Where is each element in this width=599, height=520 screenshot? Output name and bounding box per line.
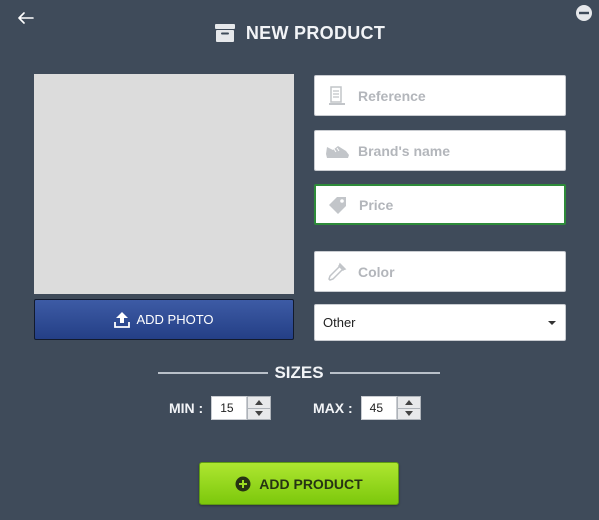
plus-circle-icon: [235, 476, 251, 491]
min-decrement-button[interactable]: [248, 409, 270, 420]
add-photo-button[interactable]: ADD PHOTO: [34, 299, 294, 340]
add-product-label: ADD PRODUCT: [259, 475, 363, 492]
sizes-divider-right: [329, 372, 440, 374]
sizes-label: SIZES: [274, 363, 324, 382]
max-size-stepper: [396, 396, 421, 420]
archive-box-icon: [214, 24, 235, 42]
chevron-down-icon: [548, 320, 556, 325]
price-field[interactable]: Price: [314, 184, 566, 225]
color-placeholder: Color: [358, 263, 395, 280]
max-size-group: MAX : 45: [313, 395, 421, 421]
triangle-down-icon: [255, 411, 264, 417]
category-select[interactable]: Other: [314, 304, 566, 341]
eyedropper-icon: [324, 260, 350, 284]
page-title: NEW PRODUCT: [245, 22, 386, 43]
sizes-divider-left: [158, 372, 269, 374]
upload-icon: [114, 312, 131, 328]
triangle-up-icon: [404, 399, 413, 405]
max-increment-button[interactable]: [397, 397, 420, 409]
triangle-down-icon: [404, 411, 413, 417]
add-photo-label: ADD PHOTO: [136, 312, 214, 327]
sizes-heading: SIZES: [158, 362, 440, 384]
shoe-icon: [324, 139, 350, 163]
page-header: NEW PRODUCT: [0, 20, 599, 46]
brand-name-placeholder: Brand's name: [358, 142, 451, 159]
category-selected-value: Other: [323, 315, 356, 330]
max-size-label: MAX :: [313, 400, 353, 416]
photo-preview: [34, 74, 294, 294]
max-decrement-button[interactable]: [398, 409, 420, 420]
min-size-input[interactable]: 15: [211, 396, 248, 420]
min-increment-button[interactable]: [248, 397, 271, 409]
max-size-input[interactable]: 45: [360, 396, 397, 420]
price-placeholder: Price: [359, 196, 394, 213]
price-tag-icon: [325, 193, 351, 217]
color-field[interactable]: Color: [314, 251, 566, 292]
add-product-button[interactable]: ADD PRODUCT: [199, 462, 399, 505]
min-size-label: MIN :: [169, 400, 204, 416]
reference-field[interactable]: Reference: [314, 75, 566, 116]
reference-placeholder: Reference: [358, 87, 426, 104]
triangle-up-icon: [255, 399, 264, 405]
reference-icon: [324, 84, 350, 108]
min-size-group: MIN : 15: [169, 395, 272, 421]
min-size-stepper: [247, 396, 272, 420]
brand-name-field[interactable]: Brand's name: [314, 130, 566, 171]
